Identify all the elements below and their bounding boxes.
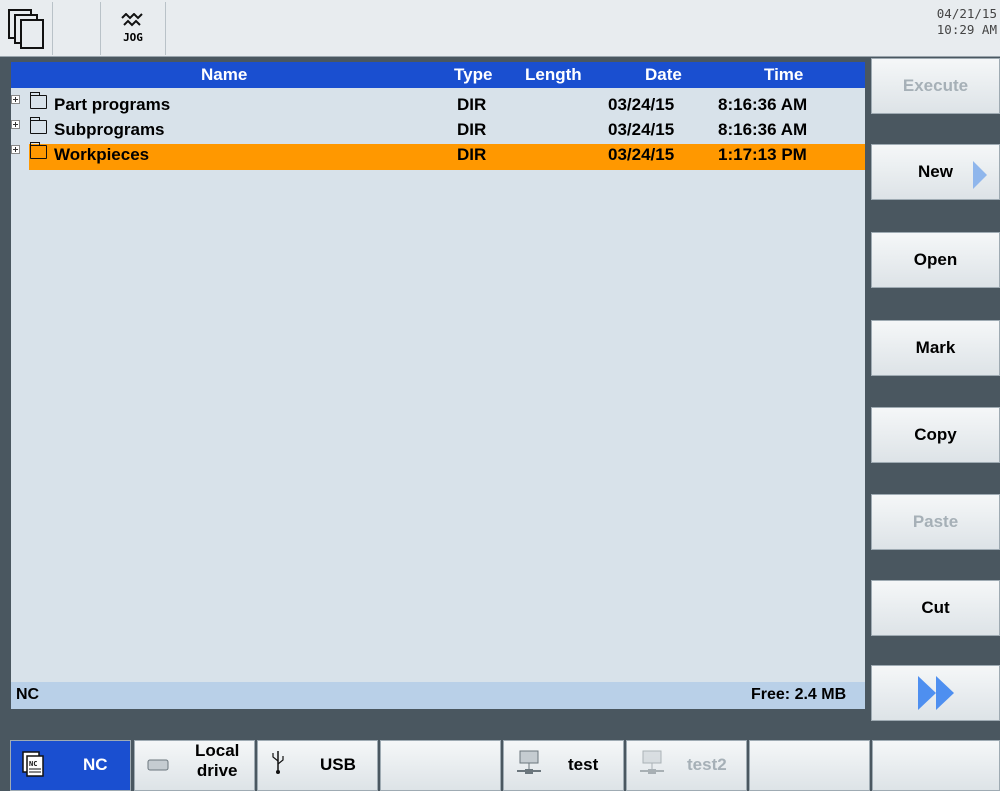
column-length[interactable]: Length	[525, 65, 582, 85]
table-row-selected[interactable]: Workpieces DIR 03/24/15 1:17:13 PM	[11, 142, 865, 170]
header-bar: JOG 04/21/15 10:29 AM	[0, 0, 1000, 57]
copy-label: Copy	[914, 425, 957, 444]
expand-icon[interactable]	[11, 120, 20, 129]
row-name: Workpieces	[54, 145, 150, 164]
new-label: New	[918, 162, 953, 181]
column-type[interactable]: Type	[454, 65, 492, 85]
window-switch-button[interactable]	[0, 2, 53, 55]
test2-label: test2	[687, 755, 727, 774]
execute-button[interactable]: Execute	[871, 58, 1000, 114]
clock: 04/21/15 10:29 AM	[937, 6, 997, 38]
table-row[interactable]: Subprograms DIR 03/24/15 8:16:36 AM	[11, 117, 865, 144]
copy-button[interactable]: Copy	[871, 407, 1000, 463]
folder-icon	[29, 92, 47, 109]
local-drive-icon	[147, 759, 169, 771]
row-name: Subprograms	[54, 120, 165, 139]
column-header: Name Type Length Date Time	[11, 62, 865, 88]
row-type: DIR	[457, 120, 487, 139]
column-date[interactable]: Date	[645, 65, 682, 85]
nc-drive-icon: NC	[22, 751, 44, 777]
local-drive-label-line1: Local	[195, 741, 240, 760]
local-drive-button[interactable]: Local drive	[134, 740, 255, 791]
table-row[interactable]: Part programs DIR 03/24/15 8:16:36 AM	[11, 92, 865, 119]
row-time: 1:17:13 PM	[718, 145, 807, 164]
column-name[interactable]: Name	[201, 65, 247, 85]
svg-text:NC: NC	[29, 760, 37, 768]
network-drive-icon	[640, 750, 664, 774]
open-button[interactable]: Open	[871, 232, 1000, 288]
row-time: 8:16:36 AM	[718, 120, 808, 139]
mark-button[interactable]: Mark	[871, 320, 1000, 376]
expand-icon[interactable]	[11, 95, 20, 104]
double-arrow-right-icon	[917, 676, 954, 710]
more-softkeys-button[interactable]	[871, 665, 1000, 721]
row-name: Part programs	[54, 95, 171, 114]
row-type: DIR	[457, 95, 487, 114]
paste-button[interactable]: Paste	[871, 494, 1000, 550]
submenu-arrow-icon	[973, 161, 987, 189]
nc-label: NC	[83, 755, 108, 774]
empty-softkey-7[interactable]	[749, 740, 870, 791]
status-location: NC	[16, 686, 40, 703]
row-time: 8:16:36 AM	[718, 95, 808, 114]
test-drive-button[interactable]: test	[503, 740, 624, 791]
local-drive-label-line2: drive	[196, 761, 238, 780]
file-browser-panel: Name Type Length Date Time Part programs…	[11, 62, 865, 682]
clock-time: 10:29 AM	[936, 22, 997, 37]
row-type: DIR	[457, 145, 487, 164]
empty-softkey-8[interactable]	[872, 740, 1000, 791]
usb-button[interactable]: USB	[257, 740, 378, 791]
paste-label: Paste	[912, 512, 959, 531]
folder-icon	[29, 117, 47, 134]
mode-label: JOG	[123, 31, 143, 44]
empty-softkey-4[interactable]	[380, 740, 501, 791]
row-date: 03/24/15	[608, 95, 675, 114]
usb-label: USB	[320, 755, 356, 774]
mode-indicator: JOG	[100, 2, 166, 55]
test2-drive-button[interactable]: test2	[626, 740, 747, 791]
usb-icon	[272, 751, 284, 774]
mark-label: Mark	[915, 338, 956, 357]
window-stack-icon	[8, 8, 44, 49]
status-bar: NC Free: 2.4 MB	[11, 682, 865, 709]
test-label: test	[568, 755, 599, 774]
status-free-space: Free: 2.4 MB	[751, 686, 847, 703]
column-time[interactable]: Time	[764, 65, 803, 85]
open-label: Open	[913, 250, 958, 269]
expand-icon[interactable]	[11, 145, 20, 154]
folder-icon	[29, 142, 47, 159]
new-button[interactable]: New	[871, 144, 1000, 200]
nc-drive-button[interactable]: NC NC	[10, 740, 131, 791]
network-drive-icon	[517, 750, 541, 774]
jog-mode-icon	[121, 13, 143, 27]
clock-date: 04/21/15	[936, 6, 997, 21]
row-date: 03/24/15	[608, 145, 675, 164]
row-date: 03/24/15	[608, 120, 675, 139]
cut-label: Cut	[921, 598, 950, 617]
cut-button[interactable]: Cut	[871, 580, 1000, 636]
execute-label: Execute	[902, 76, 969, 95]
